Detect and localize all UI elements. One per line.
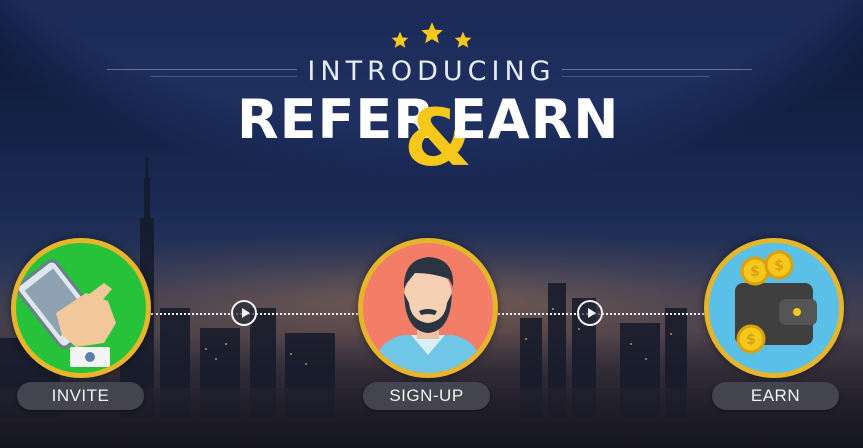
arrow-right-icon bbox=[231, 300, 257, 326]
step-label-earn: EARN bbox=[712, 382, 839, 410]
svg-text:$: $ bbox=[746, 332, 756, 348]
step-label-signup: SIGN-UP bbox=[363, 382, 490, 410]
step-invite-circle bbox=[11, 238, 151, 378]
wallet-coins-icon: $ $ $ bbox=[735, 250, 817, 354]
star-icon bbox=[391, 31, 409, 48]
main-title: REFER & EARN bbox=[0, 88, 863, 178]
divider-line bbox=[562, 76, 709, 77]
step-signup-circle bbox=[358, 238, 498, 378]
refer-earn-banner: INTRODUCING REFER & EARN $ $ $ INVITE SI… bbox=[0, 0, 863, 448]
user-avatar-icon bbox=[373, 257, 483, 373]
star-icon bbox=[454, 31, 472, 48]
star-icon bbox=[420, 22, 443, 44]
intro-heading: INTRODUCING bbox=[307, 56, 556, 87]
title-earn: EARN bbox=[450, 88, 620, 151]
svg-text:$: $ bbox=[750, 264, 760, 280]
phone-hand-icon bbox=[16, 259, 116, 367]
intro-row: INTRODUCING bbox=[0, 56, 863, 87]
stars-row bbox=[0, 20, 863, 55]
divider-line bbox=[562, 69, 752, 70]
step-label-invite: INVITE bbox=[17, 382, 144, 410]
arrow-right-icon bbox=[577, 300, 603, 326]
svg-text:$: $ bbox=[774, 258, 784, 274]
step-earn-circle: $ $ $ bbox=[704, 238, 844, 378]
